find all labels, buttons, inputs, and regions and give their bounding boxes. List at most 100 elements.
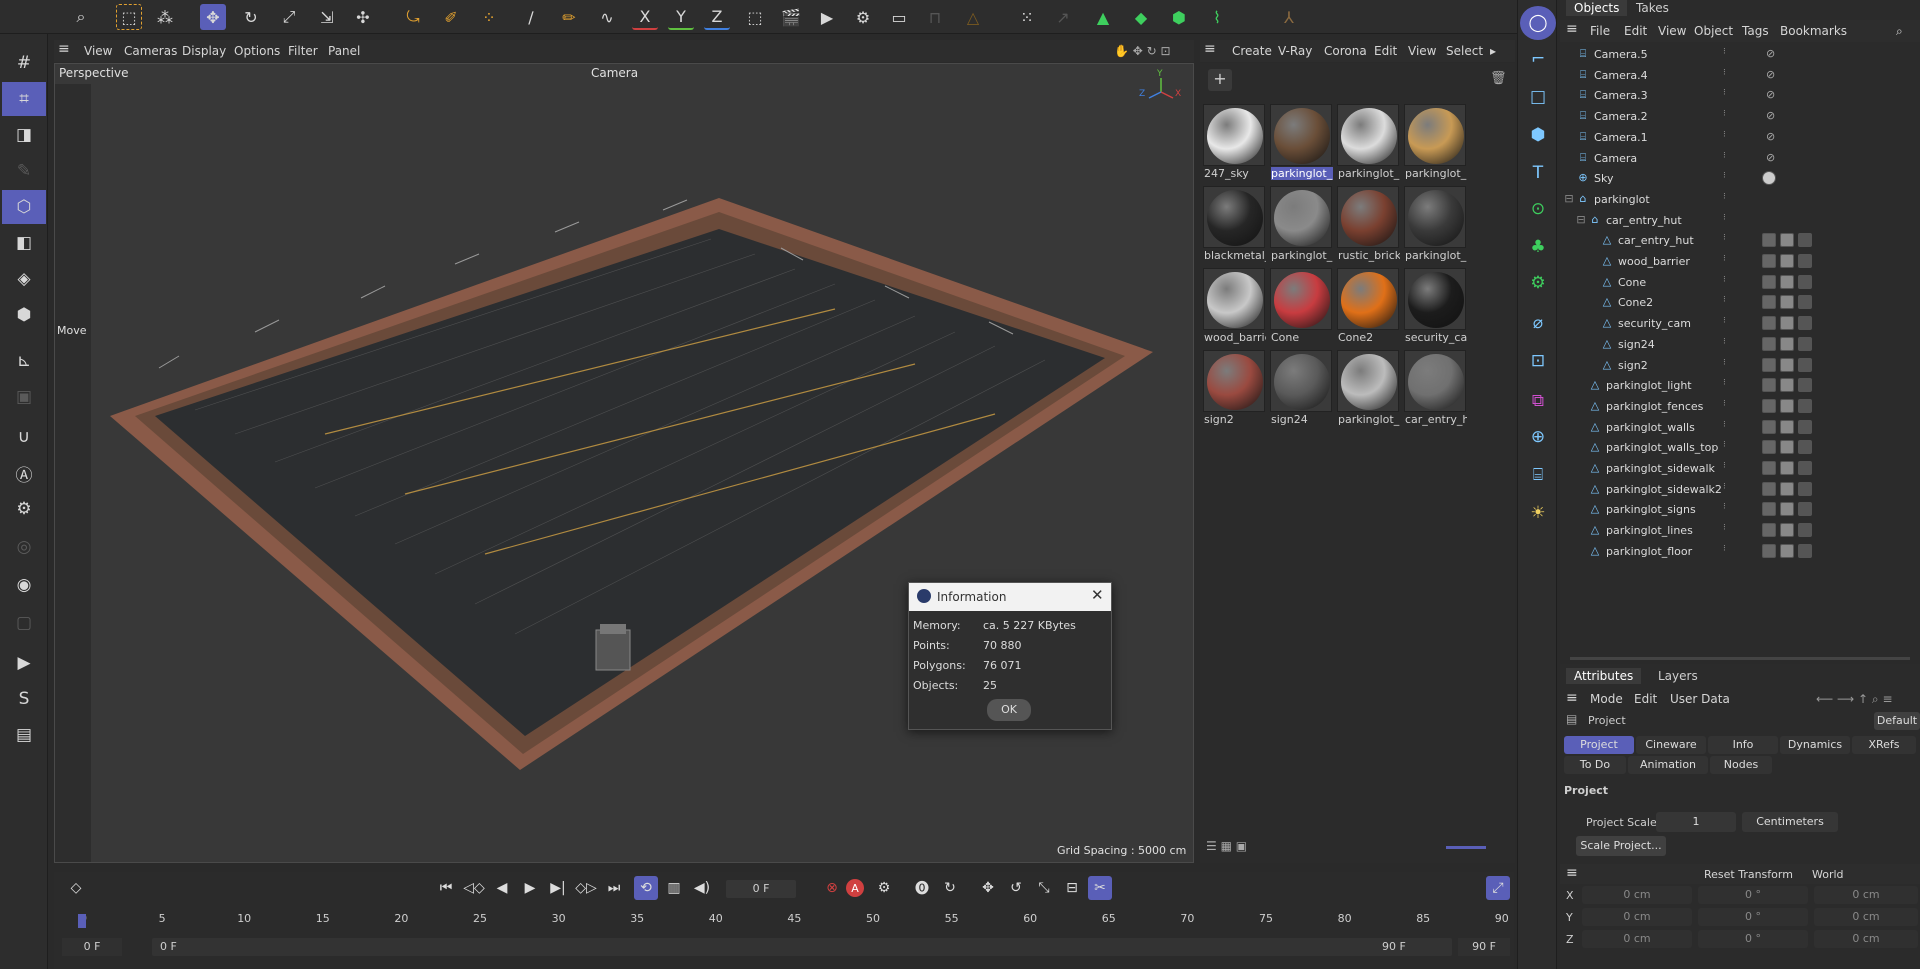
space-select[interactable]: World <box>1812 868 1844 881</box>
expand-icon[interactable] <box>1586 254 1600 268</box>
expand-icon[interactable] <box>1574 544 1588 558</box>
menu-mode[interactable]: Mode <box>1590 692 1623 706</box>
menu-vray[interactable]: V-Ray <box>1278 44 1312 58</box>
subtab-animation[interactable]: Animation <box>1628 756 1708 774</box>
axis-icon[interactable]: ⊾ <box>2 344 46 378</box>
viewport-nav-icons[interactable]: ✋ ✥ ↻ ⊡ <box>1114 44 1171 58</box>
texture-tag-icon[interactable] <box>1798 523 1812 538</box>
object-row[interactable]: ⌸ Camera ⁝ ⊘ <box>1560 148 1920 169</box>
search-icon[interactable]: ⌕ <box>68 4 94 30</box>
coord-system-icon[interactable]: ⬚ <box>742 4 768 30</box>
object-row[interactable]: △ parkinglot_walls_top ⁝ <box>1560 437 1920 458</box>
menu-tags[interactable]: Tags <box>1742 24 1769 38</box>
deform-icon[interactable]: ⌀ <box>1520 306 1556 340</box>
edge-mode-icon[interactable]: ◈ <box>2 262 46 296</box>
3d-viewport[interactable]: Perspective Camera Move Y Z X Grid Spaci… <box>54 63 1194 863</box>
material-swatch[interactable]: parkinglot_l <box>1336 349 1400 429</box>
material-tag-icon[interactable] <box>1762 378 1776 393</box>
object-row[interactable]: △ Cone2 ⁝ <box>1560 292 1920 313</box>
scale-unit-select[interactable]: Centimeters <box>1742 812 1838 832</box>
object-row[interactable]: ⊟ ⌂ car_entry_hut ⁝ <box>1560 210 1920 231</box>
paint-icon[interactable]: ✐ <box>438 4 464 30</box>
gear-icon[interactable]: ⚙ <box>2 492 46 526</box>
position-field[interactable]: 0 cm <box>1582 908 1692 926</box>
plane-icon[interactable]: □ <box>1520 80 1556 114</box>
tab-objects[interactable]: Objects <box>1566 0 1628 16</box>
subtab-todo[interactable]: To Do <box>1564 756 1626 774</box>
arrow-icon[interactable]: ↗ <box>1050 4 1076 30</box>
uvw-tag-icon[interactable] <box>1780 461 1794 475</box>
deformer-icon[interactable]: ⌇ <box>1204 4 1230 30</box>
object-row[interactable]: ⌸ Camera.1 ⁝ ⊘ <box>1560 127 1920 148</box>
object-row[interactable]: △ parkinglot_fences ⁝ <box>1560 396 1920 417</box>
expand-icon[interactable] <box>1574 399 1588 413</box>
uvw-tag-icon[interactable] <box>1780 440 1794 455</box>
material-swatch[interactable]: parkinglot_ <box>1336 103 1400 183</box>
uvw-tag-icon[interactable] <box>1780 254 1794 268</box>
texture-tag-icon[interactable] <box>1798 440 1812 455</box>
visibility-toggle[interactable]: ⁝ <box>1723 420 1733 434</box>
cube-icon[interactable]: ⬢ <box>1520 118 1556 152</box>
texture-tag-icon[interactable] <box>1798 254 1812 268</box>
uvw-tag-icon[interactable] <box>1780 295 1794 310</box>
preset-button[interactable]: Default <box>1874 712 1920 730</box>
rotate-icon[interactable]: ↻ <box>238 4 264 30</box>
trash-icon[interactable]: 🗑 <box>1490 71 1507 86</box>
ok-button[interactable]: OK <box>987 699 1031 721</box>
volume-icon[interactable]: ⧉ <box>1520 384 1556 418</box>
uvw-tag-icon[interactable] <box>1780 481 1794 496</box>
text-icon[interactable]: T <box>1520 156 1556 190</box>
protection-tag-icon[interactable]: ⊘ <box>1766 130 1780 144</box>
material-tag-icon[interactable] <box>1762 440 1776 455</box>
scale-project-button[interactable]: Scale Project... <box>1576 836 1666 856</box>
visibility-toggle[interactable]: ⁝ <box>1723 399 1733 413</box>
texture-tag-icon[interactable] <box>1798 543 1812 558</box>
uvw-tag-icon[interactable] <box>1780 543 1794 558</box>
material-swatch[interactable]: parkinglot_ <box>1269 103 1333 183</box>
material-swatch[interactable]: sign2 <box>1202 349 1266 429</box>
object-row[interactable]: ⌸ Camera.5 ⁝ ⊘ <box>1560 44 1920 65</box>
render-settings-icon[interactable]: ⚙ <box>850 4 876 30</box>
hamburger-icon[interactable]: ≡ <box>1204 41 1216 57</box>
fracture-icon[interactable]: ♣ <box>1520 230 1556 264</box>
environment-icon[interactable]: ⊕ <box>1520 420 1556 454</box>
tab-attributes[interactable]: Attributes <box>1566 668 1642 684</box>
material-tag-icon[interactable] <box>1762 481 1776 496</box>
expand-icon[interactable] <box>1586 233 1600 247</box>
object-row[interactable]: △ parkinglot_sidewalk ⁝ <box>1560 458 1920 479</box>
scale-field[interactable]: 0 cm <box>1814 886 1918 904</box>
joint-icon[interactable]: ⅄ <box>1276 4 1302 30</box>
brush-icon[interactable]: ⁘ <box>476 4 502 30</box>
menu-corona[interactable]: Corona <box>1324 44 1367 58</box>
visibility-toggle[interactable]: ⁝ <box>1723 316 1733 330</box>
field-icon[interactable]: ⊡ <box>1520 344 1556 378</box>
protection-tag-icon[interactable]: ⊘ <box>1766 88 1780 102</box>
material-tag-icon[interactable] <box>1762 336 1776 351</box>
visibility-toggle[interactable]: ⁝ <box>1723 440 1733 454</box>
visibility-toggle[interactable]: ⁝ <box>1723 88 1733 102</box>
texture-tag-icon[interactable] <box>1798 274 1812 289</box>
material-tag-icon[interactable] <box>1762 254 1776 268</box>
sky-tag-icon[interactable] <box>1762 171 1776 186</box>
snap-icon[interactable]: ✣ <box>350 4 376 30</box>
texture-tag-icon[interactable] <box>1798 316 1812 331</box>
camera-icon[interactable]: ⌸ <box>1520 458 1556 492</box>
expand-icon[interactable] <box>1586 358 1600 372</box>
protection-tag-icon[interactable]: ⊘ <box>1766 109 1780 123</box>
material-tag-icon[interactable] <box>1762 316 1776 331</box>
visibility-toggle[interactable]: ⁝ <box>1723 358 1733 372</box>
texture-tag-icon[interactable] <box>1798 398 1812 413</box>
visibility-toggle[interactable]: ⁝ <box>1723 68 1733 82</box>
object-row[interactable]: △ sign2 ⁝ <box>1560 355 1920 376</box>
point-mode-icon[interactable]: ⬢ <box>2 298 46 332</box>
menu-view[interactable]: View <box>1658 24 1686 38</box>
expand-icon[interactable] <box>1574 461 1588 475</box>
search-icon[interactable]: ⌕ <box>1896 24 1903 39</box>
menu-filter[interactable]: Filter <box>288 44 318 58</box>
texture-tag-icon[interactable] <box>1798 419 1812 434</box>
material-tag-icon[interactable] <box>1762 274 1776 289</box>
magnet-icon[interactable]: ∪ <box>2 420 46 454</box>
subtab-nodes[interactable]: Nodes <box>1710 756 1772 774</box>
material-tag-icon[interactable] <box>1762 543 1776 558</box>
cube-green-icon[interactable]: ◆ <box>1128 4 1154 30</box>
